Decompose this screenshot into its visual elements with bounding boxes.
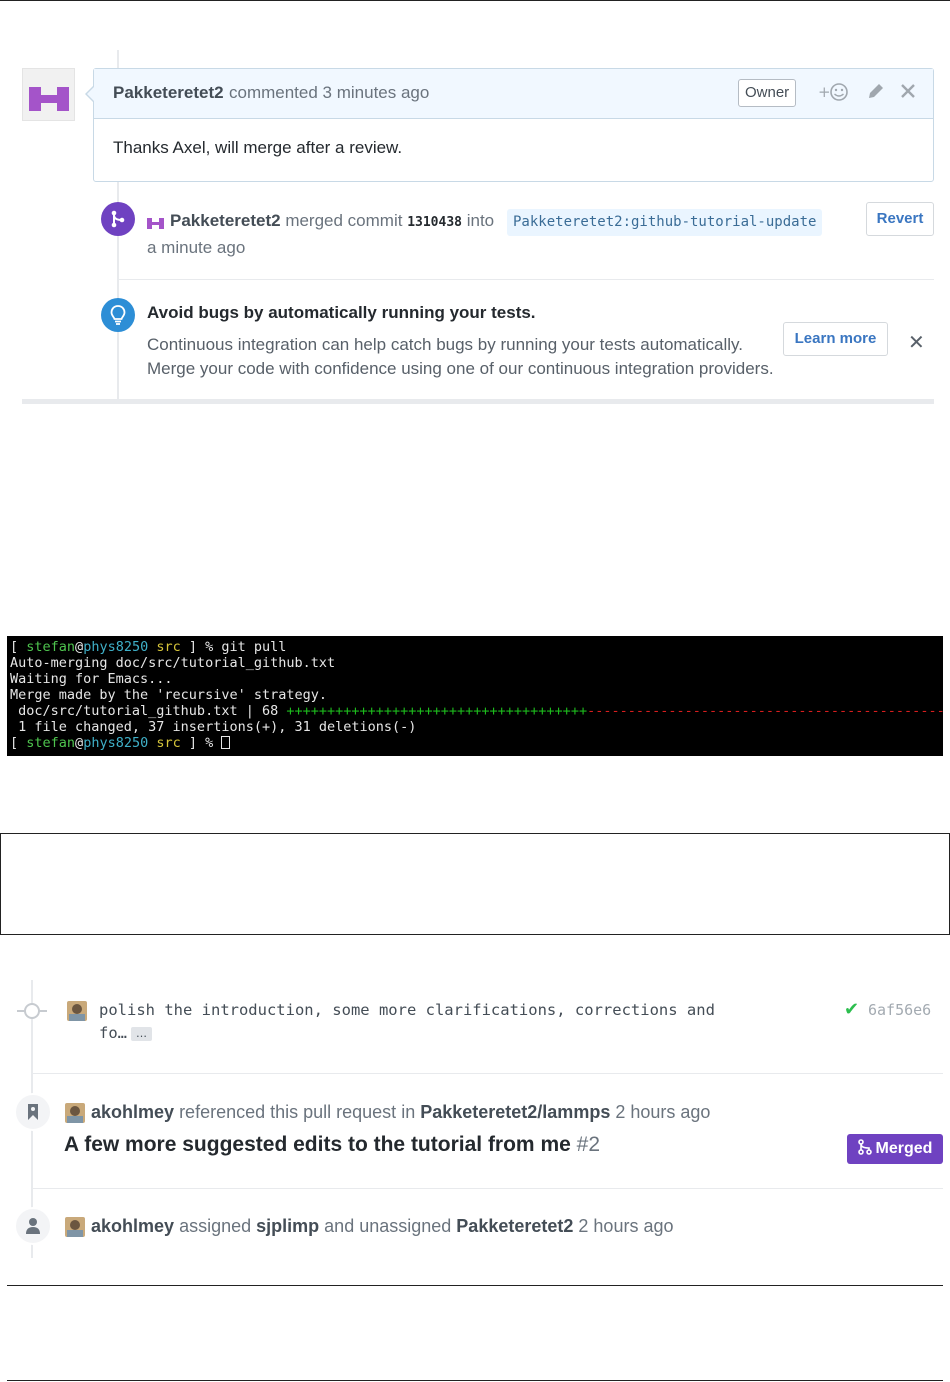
terminal-prompt[interactable]: [ stefan@phys8250 src ] % [10, 735, 943, 751]
learn-more-button[interactable]: Learn more [783, 322, 888, 356]
event-timestamp[interactable]: 2 hours ago [578, 1216, 673, 1236]
merge-commit-sha[interactable]: 1310438 [407, 215, 462, 230]
assign-event-text: akohlmey assigned sjplimp and unassigned… [91, 1216, 674, 1236]
lightbulb-icon [101, 298, 135, 332]
commit-sha[interactable]: 6af56e6 [868, 1001, 931, 1019]
dismiss-icon[interactable]: ✕ [908, 330, 925, 355]
event-user[interactable]: akohlmey [91, 1216, 174, 1236]
ci-tip-title: Avoid bugs by automatically running your… [147, 303, 536, 322]
event-timestamp[interactable]: 2 hours ago [615, 1102, 710, 1122]
user-avatar-small[interactable] [67, 1001, 87, 1021]
divider [33, 1073, 943, 1074]
comment-timestamp[interactable]: commented 3 minutes ago [229, 83, 429, 103]
person-icon [14, 1207, 52, 1245]
user-avatar-small[interactable] [147, 215, 165, 231]
ci-tip-line-1: Continuous integration can help catch bu… [147, 335, 743, 354]
user-avatar[interactable] [22, 68, 75, 121]
repo-link[interactable]: Pakketeretet2/lammps [420, 1102, 610, 1122]
pr-timeline-panel: Pakketeretet2 commented 3 minutes ago Ow… [0, 0, 950, 410]
terminal-line: [ stefan@phys8250 src ] % git pull [10, 639, 287, 655]
git-merge-icon [857, 1139, 872, 1155]
comment-body: Thanks Axel, will merge after a review. [113, 138, 403, 157]
close-icon[interactable] [899, 81, 917, 106]
check-icon[interactable]: ✔ [844, 999, 859, 1020]
timeline-end-bar [22, 399, 934, 404]
assignee-link[interactable]: sjplimp [256, 1216, 319, 1236]
terminal-cursor [221, 736, 231, 749]
unassigned-user-link[interactable]: Pakketeretet2 [456, 1216, 573, 1236]
merge-user[interactable]: Pakketeretet2 [170, 211, 281, 230]
ci-tip-line-2: Merge your code with confidence using on… [147, 359, 774, 378]
commit-message[interactable]: polish the introduction, some more clari… [99, 999, 739, 1045]
terminal-window: [ stefan@phys8250 src ] % git pull Auto-m… [7, 636, 943, 756]
terminal-line: 1 file changed, 37 insertions(+), 31 del… [10, 719, 417, 735]
owner-badge: Owner [738, 79, 797, 107]
terminal-line: Merge made by the 'recursive' strategy. [10, 687, 327, 703]
svg-text:+: + [818, 83, 831, 101]
comment-author[interactable]: Pakketeretet2 [113, 83, 224, 103]
terminal-line: doc/src/tutorial_github.txt | 68 +++++++… [10, 703, 943, 719]
add-reaction-icon[interactable]: + [818, 81, 852, 108]
terminal-line: Waiting for Emacs... [10, 671, 173, 687]
commit-node-icon [24, 1003, 40, 1019]
reference-event-text: akohlmey referenced this pull request in… [91, 1102, 711, 1122]
merged-status-badge: Merged [847, 1134, 943, 1164]
divider [118, 279, 934, 280]
bookmark-icon [14, 1093, 52, 1131]
git-merge-icon [101, 202, 135, 236]
divider [33, 1188, 943, 1189]
user-avatar-small[interactable] [65, 1103, 85, 1123]
page-rule [7, 1380, 943, 1381]
comment-header: Pakketeretet2 commented 3 minutes ago Ow… [85, 69, 933, 119]
revert-button[interactable]: Revert [866, 202, 934, 236]
pencil-icon[interactable] [866, 81, 886, 106]
merge-into: into [466, 211, 495, 230]
page-rule [7, 1285, 943, 1286]
event-user[interactable]: akohlmey [91, 1102, 174, 1122]
empty-frame [0, 833, 950, 935]
referenced-pr-link[interactable]: A few more suggested edits to the tutori… [64, 1133, 600, 1157]
user-avatar-small[interactable] [65, 1217, 85, 1237]
merge-event-text: Pakketeretet2 merged commit 1310438 into [170, 211, 494, 231]
merge-timestamp[interactable]: a minute ago [147, 238, 245, 258]
comment-box: Pakketeretet2 commented 3 minutes ago Ow… [85, 68, 934, 182]
terminal-line: Auto-merging doc/src/tutorial_github.txt [10, 655, 336, 671]
expand-commit-button[interactable]: … [131, 1027, 152, 1041]
merge-action: merged commit [285, 211, 403, 230]
branch-name[interactable]: Pakketeretet2:github-tutorial-update [507, 209, 823, 236]
